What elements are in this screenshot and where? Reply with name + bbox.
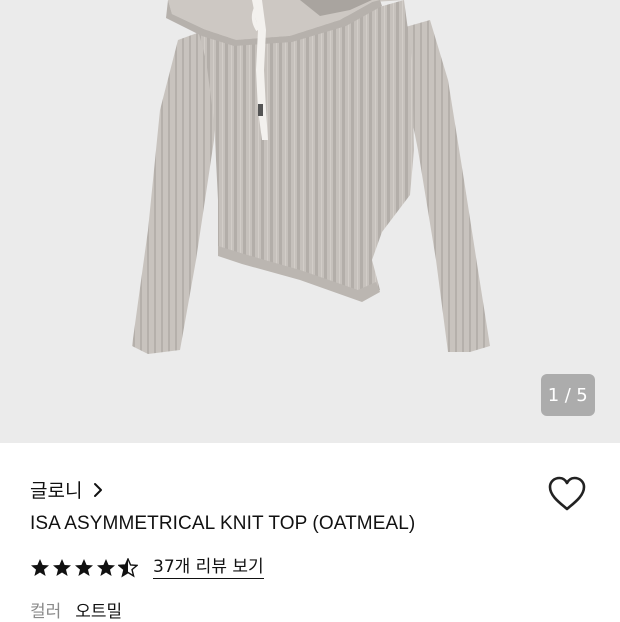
color-value: 오트밀: [75, 602, 123, 622]
star-rating: [30, 558, 140, 578]
brand-name: 글로니: [30, 480, 83, 502]
star-icon: [75, 559, 93, 576]
image-page-counter: 1 / 5: [541, 374, 595, 416]
star-icon: [53, 559, 71, 576]
total-pages: 5: [576, 384, 589, 406]
sweater-photo: [132, 0, 490, 354]
star-icon: [97, 559, 115, 576]
heart-outline-icon[interactable]: [546, 474, 588, 514]
page-separator: /: [564, 384, 572, 406]
current-page: 1: [547, 384, 560, 406]
rating-row: 37개 리뷰 보기: [30, 555, 264, 581]
color-option: 컬러 오트밀: [30, 597, 122, 622]
star-icon: [31, 559, 49, 576]
color-label: 컬러: [30, 602, 62, 622]
review-link[interactable]: 37개 리뷰 보기: [153, 557, 264, 579]
brand-link[interactable]: 글로니: [30, 476, 104, 503]
chevron-right-icon: [94, 482, 103, 497]
star-half-icon: [118, 558, 138, 578]
product-image-gallery[interactable]: 1 / 5: [0, 0, 620, 443]
product-title: ISA ASYMMETRICAL KNIT TOP (OATMEAL): [30, 513, 416, 534]
